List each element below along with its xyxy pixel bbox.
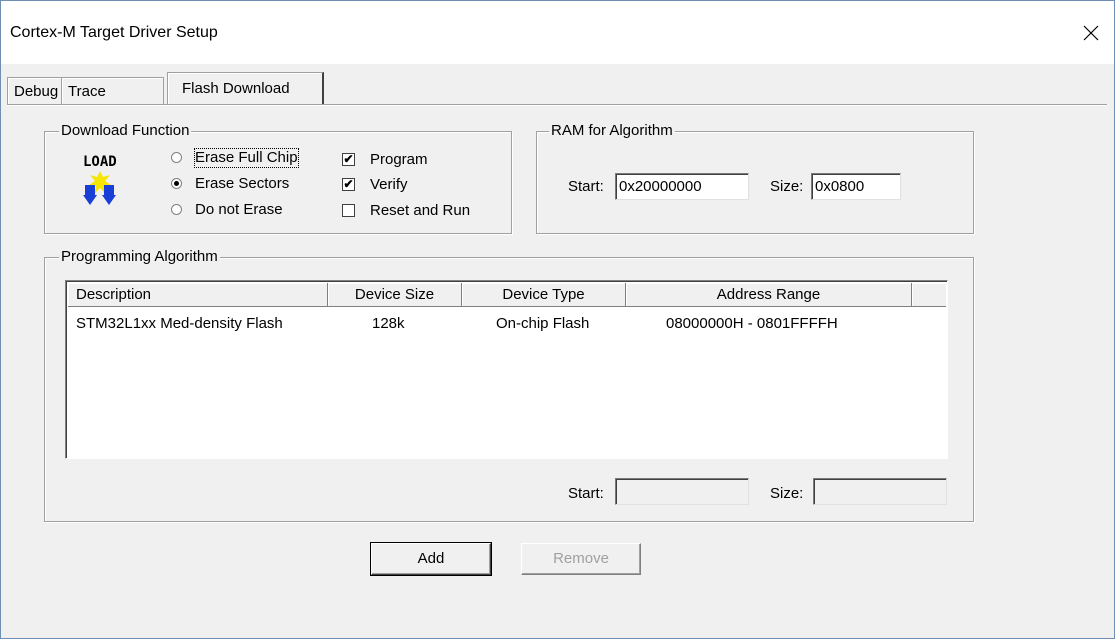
column-filler — [912, 283, 946, 307]
program-checkbox[interactable]: ✔ — [342, 153, 355, 166]
download-function-label: Download Function — [59, 122, 192, 140]
close-icon — [1083, 25, 1099, 41]
column-description-label: Description — [76, 286, 152, 303]
ram-start-label: Start: — [568, 178, 604, 195]
tab-trace[interactable]: Trace — [61, 77, 164, 104]
erase-full-chip-label[interactable]: Erase Full Chip — [194, 148, 299, 168]
programming-algorithm-label: Programming Algorithm — [59, 248, 220, 266]
program-label[interactable]: Program — [370, 151, 428, 169]
load-icon: LOAD — [83, 154, 117, 205]
column-address-range[interactable]: Address Range — [626, 283, 912, 307]
column-description[interactable]: Description — [68, 283, 328, 307]
verify-checkbox[interactable]: ✔ — [342, 178, 355, 191]
do-not-erase-label[interactable]: Do not Erase — [195, 201, 283, 219]
algo-size-input — [813, 478, 947, 505]
reset-and-run-label[interactable]: Reset and Run — [370, 202, 470, 220]
window-title: Cortex-M Target Driver Setup — [10, 24, 218, 41]
tab-debug[interactable]: Debug — [7, 77, 62, 104]
add-button[interactable]: Add — [371, 543, 491, 575]
ram-size-input[interactable]: 0x0800 — [811, 173, 901, 200]
algo-size-label: Size: — [770, 485, 804, 502]
ram-for-algorithm-label: RAM for Algorithm — [549, 122, 675, 140]
erase-sectors-radio[interactable] — [171, 178, 182, 189]
load-icon-text: LOAD — [83, 154, 117, 170]
column-device-size-label: Device Size — [354, 286, 435, 303]
column-device-size[interactable]: Device Size — [328, 283, 462, 307]
reset-and-run-checkbox[interactable] — [342, 204, 355, 217]
ram-size-label: Size: — [770, 178, 804, 195]
algo-start-input — [615, 478, 749, 505]
row-address-range: 08000000H - 0801FFFFH — [666, 315, 838, 332]
erase-sectors-label[interactable]: Erase Sectors — [195, 175, 289, 193]
tab-trace-label: Trace — [68, 83, 106, 100]
tab-debug-label: Debug — [14, 83, 59, 100]
close-button[interactable] — [1068, 13, 1114, 53]
column-device-type-label: Device Type — [502, 286, 585, 303]
row-device-size: 128k — [372, 315, 405, 332]
tab-flash-download-label: Flash Download — [182, 80, 290, 97]
title-bar: Cortex-M Target Driver Setup — [1, 1, 1114, 64]
tab-flash-download[interactable]: Flash Download — [167, 72, 324, 104]
algorithm-list[interactable]: Description Device Size Device Type Addr… — [65, 280, 948, 459]
algo-start-label: Start: — [568, 485, 604, 502]
row-device-type: On-chip Flash — [496, 315, 590, 332]
do-not-erase-radio[interactable] — [171, 204, 182, 215]
ram-start-input[interactable]: 0x20000000 — [615, 173, 749, 200]
remove-button[interactable]: Remove — [521, 543, 641, 575]
column-device-type[interactable]: Device Type — [462, 283, 626, 307]
verify-label[interactable]: Verify — [370, 176, 408, 194]
erase-full-chip-radio[interactable] — [171, 152, 182, 163]
dialog-window: Cortex-M Target Driver Setup Debug Trace… — [0, 0, 1115, 639]
column-address-range-label: Address Range — [716, 286, 821, 303]
row-description: STM32L1xx Med-density Flash — [76, 315, 283, 332]
